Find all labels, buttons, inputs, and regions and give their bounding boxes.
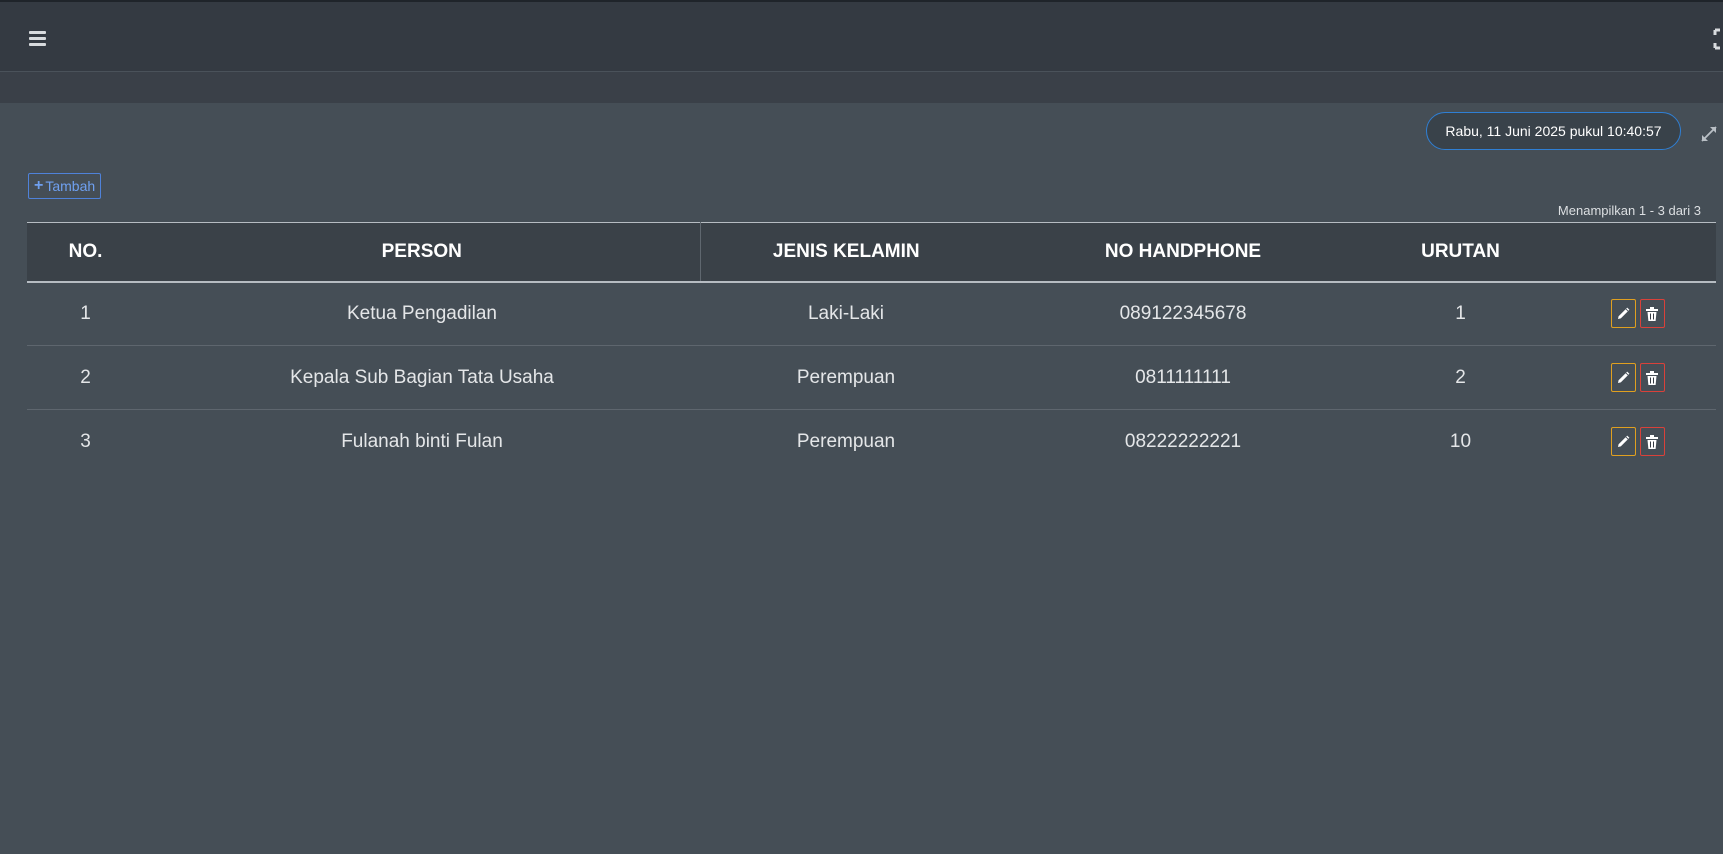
pencil-icon — [1618, 307, 1630, 319]
cell-gender: Laki-Laki — [700, 281, 992, 346]
cell-actions — [1547, 345, 1716, 410]
pencil-icon — [1618, 371, 1630, 383]
sub-header-bar — [0, 72, 1723, 103]
cell-order: 1 — [1374, 281, 1547, 346]
cell-no: 3 — [80, 430, 91, 452]
cell-actions — [1547, 410, 1716, 474]
person-table: NO. PERSON JENIS KELAMIN NO HANDPHONE UR… — [27, 222, 1716, 474]
cell-person: Ketua Pengadilan — [144, 281, 700, 346]
table-row: 3 Fulanah binti Fulan Perempuan 08222222… — [27, 410, 1716, 474]
column-header-gender[interactable]: JENIS KELAMIN — [700, 222, 992, 283]
column-header-order[interactable]: URUTAN — [1374, 222, 1547, 283]
column-header-person[interactable]: PERSON — [144, 222, 701, 283]
expand-icon[interactable] — [1699, 124, 1719, 144]
cell-actions — [1547, 281, 1716, 346]
cell-order: 2 — [1374, 345, 1547, 410]
table-row: 2 Kepala Sub Bagian Tata Usaha Perempuan… — [27, 345, 1716, 410]
cell-phone: 0811111111 — [992, 345, 1374, 410]
datetime-badge: Rabu, 11 Juni 2025 pukul 10:40:57 — [1426, 112, 1681, 150]
cell-order: 10 — [1449, 430, 1472, 452]
edit-button[interactable] — [1610, 299, 1636, 329]
column-header-no[interactable]: NO. — [27, 222, 144, 283]
plus-icon: + — [34, 177, 44, 194]
column-header-actions — [1547, 222, 1716, 283]
edit-button[interactable] — [1610, 427, 1636, 457]
cell-gender: Perempuan — [700, 345, 992, 410]
delete-button[interactable] — [1639, 299, 1665, 329]
cell-person: Fulanah binti Fulan — [341, 430, 503, 452]
trash-icon — [1646, 306, 1658, 321]
top-navbar — [0, 0, 1723, 72]
table-row: 1 Ketua Pengadilan Laki-Laki 08912234567… — [27, 281, 1716, 346]
add-button[interactable]: + Tambah — [28, 173, 102, 199]
cell-no: 1 — [27, 281, 144, 346]
delete-button[interactable] — [1639, 363, 1665, 392]
trash-icon — [1646, 370, 1658, 385]
delete-button[interactable] — [1639, 427, 1665, 457]
cell-no: 2 — [27, 345, 144, 410]
cell-phone: 089122345678 — [992, 281, 1374, 346]
pencil-icon — [1618, 435, 1630, 447]
cell-phone: 08222222221 — [1124, 430, 1242, 452]
table-header-row: NO. PERSON JENIS KELAMIN NO HANDPHONE UR… — [27, 222, 1716, 283]
cell-person: Kepala Sub Bagian Tata Usaha — [144, 345, 700, 410]
cell-gender: Perempuan — [796, 430, 896, 452]
column-header-phone[interactable]: NO HANDPHONE — [992, 222, 1374, 283]
add-button-label: Tambah — [45, 178, 96, 194]
trash-icon — [1646, 434, 1658, 449]
paging-info: Menampilkan 1 - 3 dari 3 — [1557, 203, 1701, 218]
edit-button[interactable] — [1610, 363, 1636, 392]
hamburger-icon[interactable] — [26, 28, 52, 50]
fullscreen-icon[interactable] — [1713, 28, 1723, 50]
